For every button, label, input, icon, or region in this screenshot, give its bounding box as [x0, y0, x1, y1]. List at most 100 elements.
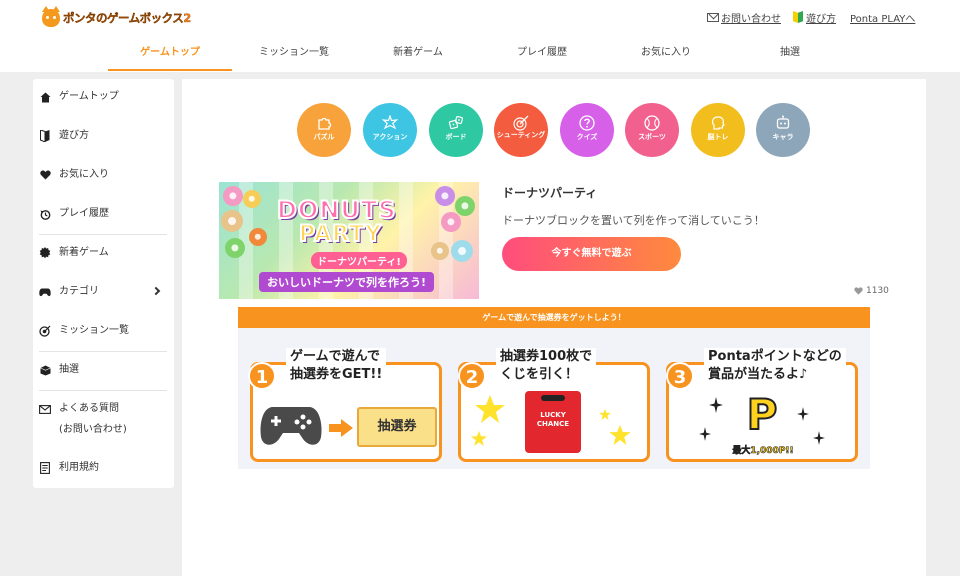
sidebar-item-game-top[interactable]: ゲームトップ: [39, 91, 167, 103]
lottery-box-icon: [39, 364, 51, 376]
step-3-text: Pontaポイントなどの 賞品が当たるよ♪: [704, 348, 846, 384]
play-free-button[interactable]: 今すぐ無料で遊ぶ: [502, 237, 681, 271]
featured-game-description: ドーナツブロックを置いて列を作って消していこう！: [502, 214, 765, 227]
step-number-1: 1: [248, 362, 276, 390]
contact-link[interactable]: お問い合わせ: [707, 10, 781, 25]
donut-decoration: [249, 228, 267, 246]
character-icon: [776, 115, 790, 129]
beginner-mark-icon: [793, 11, 803, 23]
heart-icon: [854, 287, 863, 295]
ponta-point-icon: P: [746, 390, 779, 440]
arrow-right-icon: [329, 419, 353, 437]
sidebar-item-faq[interactable]: よくある質問 (お問い合わせ): [39, 403, 167, 436]
mail-icon: [39, 403, 51, 415]
step-number-3: 3: [666, 362, 694, 390]
star-icon: [599, 409, 611, 420]
donut-decoration: [435, 186, 455, 206]
star-icon: [471, 431, 487, 446]
category-board[interactable]: ボード: [429, 103, 483, 157]
tab-favorites[interactable]: お気に入り: [604, 36, 728, 70]
sidebar-item-missions[interactable]: ミッション一覧: [39, 325, 167, 337]
donut-decoration: [441, 212, 461, 232]
sidebar-item-category[interactable]: カテゴリ: [39, 286, 167, 298]
header: ポンタのゲームボックス2 お問い合わせ 遊び方 Ponta PLAYへ ゲームト…: [0, 0, 960, 72]
chevron-right-icon: [151, 286, 161, 296]
gamepad-icon: [39, 286, 51, 298]
tab-play-history[interactable]: プレイ履歴: [480, 36, 604, 70]
donut-decoration: [223, 186, 243, 206]
sparkle-icon: [813, 431, 825, 445]
donut-decoration: [221, 210, 243, 232]
main-nav: ゲームトップ ミッション一覧 新着ゲーム プレイ履歴 お気に入り 抽選: [0, 36, 960, 71]
site-logo[interactable]: ポンタのゲームボックス2: [42, 6, 192, 28]
history-icon: [39, 208, 51, 220]
sparkle-icon: [709, 397, 723, 413]
donut-decoration: [451, 240, 473, 262]
board-icon: [448, 115, 464, 130]
logo-text: ポンタのゲームボックス2: [63, 11, 192, 25]
sidebar-item-terms[interactable]: 利用規約: [39, 462, 167, 474]
category-brain-training[interactable]: 脳トレ: [691, 103, 745, 157]
sparkle-icon: [797, 407, 809, 421]
ponta-play-link[interactable]: Ponta PLAYへ: [850, 10, 915, 25]
sidebar: ゲームトップ 遊び方 お気に入り プレイ履歴 新着ゲーム カテゴリ ミッション一…: [33, 79, 174, 488]
sidebar-divider: [39, 234, 167, 235]
donut-decoration: [431, 242, 449, 260]
target-icon: [513, 115, 529, 131]
category-sports[interactable]: スポーツ: [625, 103, 679, 157]
home-icon: [39, 91, 51, 103]
puzzle-icon: [318, 117, 332, 130]
sparkle-icon: [699, 427, 711, 441]
banner-tagline: おいしいドーナツで列を作ろう!: [259, 272, 435, 292]
donut-decoration: [225, 238, 245, 258]
featured-game-banner[interactable]: DONUTS PARTY ドーナツパーティ! おいしいドーナツで列を作ろう!: [219, 182, 479, 299]
document-icon: [39, 462, 51, 474]
active-tab-indicator: [108, 69, 232, 71]
like-count[interactable]: 1130: [854, 286, 889, 296]
mail-icon: [707, 12, 719, 22]
donut-decoration: [243, 190, 261, 208]
action-icon: [382, 115, 398, 130]
sidebar-divider: [39, 351, 167, 352]
lottery-ticket: 抽選券: [357, 407, 437, 447]
star-icon: [475, 395, 505, 423]
tab-lottery[interactable]: 抽選: [728, 36, 852, 70]
main-content: パズル アクション ボード シューティング クイズ スポーツ 脳トレ キャラ D…: [182, 79, 926, 576]
step-1-text: ゲームで遊んで 抽選券をGET!!: [286, 348, 387, 384]
sidebar-item-new-games[interactable]: 新着ゲーム: [39, 247, 167, 259]
quiz-icon: [579, 115, 595, 131]
category-character[interactable]: キャラ: [756, 103, 810, 157]
featured-game-title[interactable]: ドーナツパーティ: [502, 184, 597, 201]
sidebar-item-howto[interactable]: 遊び方: [39, 130, 167, 142]
category-quiz[interactable]: クイズ: [560, 103, 614, 157]
category-action[interactable]: アクション: [363, 103, 417, 157]
step-2-text: 抽選券100枚で くじを引く！: [496, 348, 597, 384]
sidebar-divider: [39, 390, 167, 391]
lucky-chance-box: LUCKY CHANCE: [525, 391, 581, 453]
heart-icon: [39, 169, 51, 181]
howto-link[interactable]: 遊び方: [793, 10, 836, 25]
beginner-mark-icon: [39, 130, 51, 142]
banner-subtitle: ドーナツパーティ!: [311, 252, 407, 269]
category-puzzle[interactable]: パズル: [297, 103, 351, 157]
new-badge-icon: [39, 247, 51, 259]
tab-missions[interactable]: ミッション一覧: [232, 36, 356, 70]
category-shooting[interactable]: シューティング: [494, 103, 548, 157]
tab-new-games[interactable]: 新着ゲーム: [356, 36, 480, 70]
banner-title-line2: PARTY: [298, 221, 383, 248]
tab-game-top[interactable]: ゲームトップ: [108, 36, 232, 70]
sports-icon: [644, 115, 660, 131]
step-number-2: 2: [458, 362, 486, 390]
star-icon: [609, 425, 631, 445]
donut-decoration: [455, 196, 475, 216]
sidebar-item-favorites[interactable]: お気に入り: [39, 169, 167, 181]
sidebar-item-lottery[interactable]: 抽選: [39, 364, 167, 376]
banner-title-line1: DONUTS: [276, 195, 397, 225]
prize-amount: 最大1,000P!!: [732, 446, 794, 457]
gamepad-icon: [260, 407, 322, 445]
sidebar-item-history[interactable]: プレイ履歴: [39, 208, 167, 220]
lottery-steps[interactable]: 抽選券 1 ゲームで遊んで 抽選券をGET!! LUCKY CHANCE 2 抽選…: [238, 328, 870, 469]
lottery-header: ゲームで遊んで抽選券をゲットしよう！: [238, 307, 870, 328]
ponta-logo-icon: [42, 6, 60, 27]
brain-icon: [711, 116, 725, 130]
